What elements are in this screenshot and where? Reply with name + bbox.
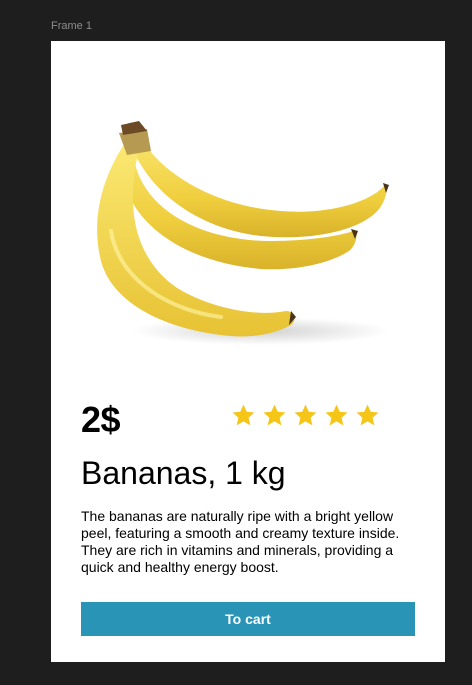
star-icon	[325, 404, 348, 426]
star-icon	[263, 404, 286, 426]
product-price: 2$	[81, 399, 121, 440]
product-card-frame: 2$ Bananas, 1 kg The bananas are natural…	[51, 41, 445, 662]
star-icon	[356, 404, 379, 426]
product-title: Bananas, 1 kg	[81, 455, 286, 491]
star-icon	[294, 404, 317, 426]
add-to-cart-button[interactable]: To cart	[81, 602, 415, 636]
banana-bunch-image	[97, 121, 391, 345]
rating-stars	[231, 403, 380, 428]
star-icon	[232, 404, 255, 426]
product-description: The bananas are naturally ripe with a br…	[81, 508, 400, 575]
frame-label[interactable]: Frame 1	[51, 20, 92, 32]
design-canvas: Frame 1 2$ Bananas, 1 kg The bananas are…	[0, 0, 472, 685]
